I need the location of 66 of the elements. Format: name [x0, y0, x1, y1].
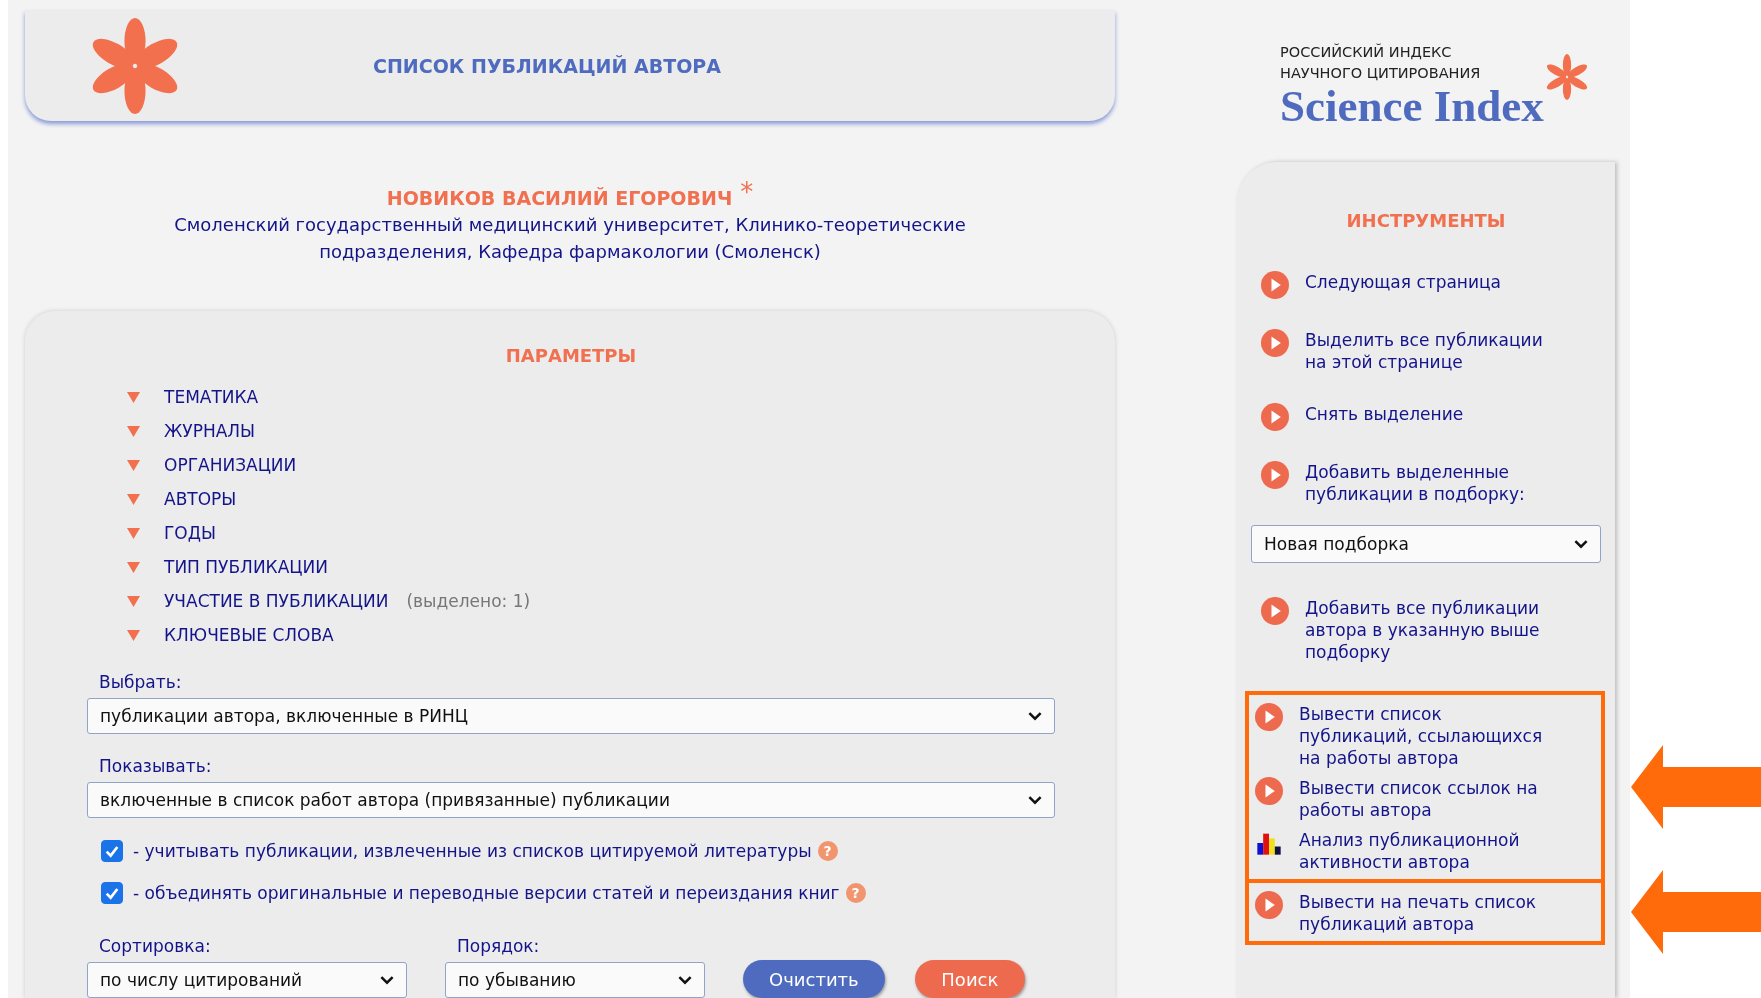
logo-caption: РОССИЙСКИЙ ИНДЕКС — [1280, 42, 1453, 62]
play-icon — [1261, 461, 1289, 489]
page-title: СПИСОК ПУБЛИКАЦИЙ АВТОРА — [373, 54, 721, 77]
triangle-icon — [127, 629, 140, 641]
tools-title: ИНСТРУМЕНТЫ — [1345, 210, 1507, 231]
triangle-icon — [127, 595, 140, 607]
select-dropdown[interactable]: включенные в список работ автора (привязанные) публикации — [87, 782, 1055, 818]
check-icon — [104, 885, 120, 901]
tool-link[interactable]: Вывести список публикаций, ссылающихся на работы автора — [1299, 703, 1551, 769]
play-icon — [1261, 403, 1289, 431]
filter-link[interactable]: КЛЮЧЕВЫЕ СЛОВА — [164, 624, 334, 646]
play-icon — [1261, 329, 1289, 357]
chevron-icon — [678, 975, 692, 985]
author-mark: * — [740, 179, 754, 205]
play-icon — [1261, 271, 1289, 299]
filter-link[interactable]: ОРГАНИЗАЦИИ — [164, 454, 297, 476]
triangle-icon — [127, 391, 140, 403]
field-label: Выбрать: — [99, 672, 183, 692]
arrow-icon — [1631, 870, 1761, 954]
tool-link[interactable]: Добавить все публикации автора в указанную выше подборку — [1305, 597, 1557, 663]
filter-link[interactable]: АВТОРЫ — [164, 488, 237, 510]
logo-title: Science Index — [1280, 84, 1544, 128]
author-name: НОВИКОВ ВАСИЛИЙ ЕГОРОВИЧ — [386, 187, 733, 209]
filter-link[interactable]: УЧАСТИЕ В ПУБЛИКАЦИИ — [164, 590, 389, 612]
tool-link[interactable]: Вывести список ссылок на работы автора — [1299, 777, 1551, 821]
triangle-icon — [127, 425, 140, 437]
tool-link[interactable]: Добавить выделенные публикации в подборку: — [1305, 461, 1557, 505]
chevron-icon — [1028, 795, 1042, 805]
select-dropdown[interactable]: по убыванию — [445, 962, 705, 998]
tool-link[interactable]: Следующая страница — [1305, 271, 1557, 293]
triangle-icon — [127, 527, 140, 539]
field-label: Показывать: — [99, 756, 213, 776]
arrow-icon — [1631, 745, 1761, 829]
select-dropdown[interactable]: Новая подборка — [1251, 525, 1601, 563]
play-icon — [1255, 703, 1283, 731]
option-label: - учитывать публикации, извлеченные из списков цитируемой литературы — [133, 841, 812, 861]
play-icon — [1255, 777, 1283, 805]
checkbox[interactable] — [101, 882, 123, 904]
check-icon — [104, 843, 120, 859]
filter-note: (выделено: 1) — [406, 591, 531, 611]
clear-button[interactable]: Очистить — [743, 960, 885, 998]
filter-link[interactable]: ГОДЫ — [164, 522, 217, 544]
select-dropdown[interactable]: по числу цитирований — [87, 962, 407, 998]
tool-link[interactable]: Снять выделение — [1305, 403, 1557, 425]
option-label: - объединять оригинальные и переводные версии статей и переиздания книг — [133, 883, 840, 903]
tool-link[interactable]: Анализ публикационной активности автора — [1299, 829, 1551, 873]
logo-caption: НАУЧНОГО ЦИТИРОВАНИЯ — [1280, 64, 1482, 83]
tool-link[interactable]: Вывести на печать список публикаций автора — [1299, 891, 1551, 935]
triangle-icon — [127, 493, 140, 505]
chevron-icon — [1574, 539, 1588, 549]
field-label: Порядок: — [457, 936, 541, 956]
tool-link[interactable]: Выделить все публикации на этой странице — [1305, 329, 1557, 373]
play-icon — [1255, 891, 1283, 919]
author-affiliation: Смоленский государственный медицинский университет, Клинико-теоретические подразделения, Кафедра фармакологии (Смоленск) — [173, 213, 967, 264]
field-label: Сортировка: — [99, 936, 212, 956]
select-dropdown[interactable]: публикации автора, включенные в РИНЦ — [87, 698, 1055, 734]
triangle-icon — [127, 459, 140, 471]
chevron-icon — [380, 975, 394, 985]
filter-link[interactable]: ЖУРНАЛЫ — [164, 420, 256, 442]
checkbox[interactable] — [101, 840, 123, 862]
triangle-icon — [127, 561, 140, 573]
parameters-title: ПАРАМЕТРЫ — [504, 345, 638, 366]
filter-link[interactable]: ТЕМАТИКА — [164, 386, 259, 408]
play-icon — [1261, 597, 1289, 625]
chevron-icon — [1028, 711, 1042, 721]
filter-link[interactable]: ТИП ПУБЛИКАЦИИ — [164, 556, 328, 578]
